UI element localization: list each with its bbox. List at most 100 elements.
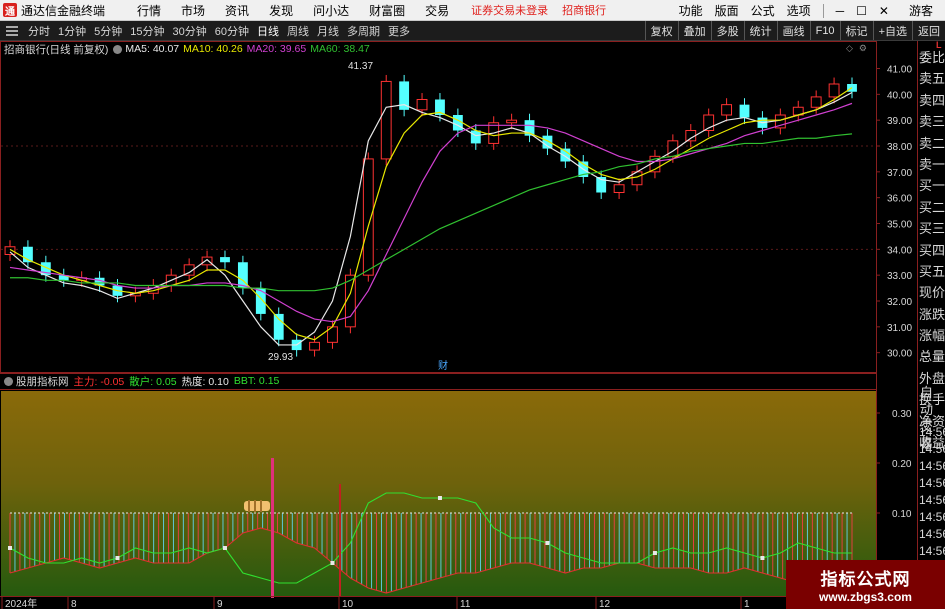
candle-body <box>613 184 625 193</box>
menu-bars-icon[interactable] <box>6 25 18 36</box>
sub-indicator-toggle-icon[interactable] <box>4 376 13 386</box>
app-title: 通达信金融终端 <box>21 3 106 18</box>
tick-time-0: 14:56 <box>919 425 945 439</box>
bbt-marker <box>330 561 335 565</box>
sub-indicator-title: 股朋指标网 <box>16 375 69 388</box>
adjust-button[interactable]: 复权 <box>644 21 678 40</box>
menu-formula[interactable]: 公式 <box>745 2 781 19</box>
price-axis-label: 36.00 <box>887 194 912 205</box>
period-1min[interactable]: 1分钟 <box>54 23 90 39</box>
low-price-label: 29.93 <box>268 352 293 363</box>
draw-line-button[interactable]: 画线 <box>776 21 810 40</box>
menu-discover[interactable]: 发现 <box>259 2 303 19</box>
price-axis-label: 30.00 <box>887 349 912 360</box>
period-30min[interactable]: 30分钟 <box>169 23 211 39</box>
menu-wealth-circle[interactable]: 财富圈 <box>359 2 415 19</box>
menu-market[interactable]: 市场 <box>171 2 215 19</box>
back-button[interactable]: 返回 <box>912 21 945 40</box>
toolbar-right: 复权 叠加 多股 统计 画线 F10 标记 +自选 返回 <box>644 21 945 41</box>
time-axis-label: 12 <box>599 599 611 609</box>
minimize-icon[interactable]: ─ <box>830 4 851 18</box>
maximize-icon[interactable]: ☐ <box>850 4 873 18</box>
price-axis-label: 34.00 <box>887 245 912 256</box>
candlestick-series <box>4 74 857 357</box>
close-icon[interactable]: ✕ <box>873 4 895 18</box>
period-60min[interactable]: 60分钟 <box>211 23 253 39</box>
red-signal-bar <box>339 484 341 596</box>
price-axis-label: 35.00 <box>887 220 912 231</box>
price-axis-label: 41.00 <box>887 65 912 76</box>
ma60-label: MA60: 38.47 <box>310 43 370 55</box>
period-monthly[interactable]: 月线 <box>313 23 343 39</box>
watermark-url: www.zbgs3.com <box>819 590 912 604</box>
sub-chart-background <box>1 391 876 596</box>
overlay-button[interactable]: 叠加 <box>677 21 711 40</box>
ma20-label: MA20: 39.65 <box>246 43 307 55</box>
indicator-toggle-icon[interactable] <box>113 44 123 54</box>
period-more[interactable]: 更多 <box>384 23 414 39</box>
period-15min[interactable]: 15分钟 <box>126 23 168 39</box>
menu-news[interactable]: 资讯 <box>215 2 259 19</box>
menu-quotes[interactable]: 行情 <box>127 2 171 19</box>
guest-account[interactable]: 游客 <box>895 2 945 19</box>
line-ma10 <box>9 87 853 341</box>
candle-body <box>344 274 356 328</box>
tick-time-7: 14:56 <box>919 544 945 558</box>
candle-body <box>416 99 428 111</box>
ma5-label: MA5: 40.07 <box>125 43 180 55</box>
menu-ask-assistant[interactable]: 问小达 <box>303 2 359 19</box>
quote-side-panel: L 委比 卖五 卖四 卖三 卖二 卖一 买一 买二 买三 买四 买五 现价 涨跌 涨幅 总量 外盘 换手 净资 收益… <box>917 40 945 609</box>
menu-function[interactable]: 功能 <box>673 2 709 19</box>
time-axis-label: 2024年 <box>5 597 37 609</box>
multi-stock-button[interactable]: 多股 <box>710 21 744 40</box>
period-weekly[interactable]: 周线 <box>283 23 313 39</box>
period-daily[interactable]: 日线 <box>253 23 283 39</box>
side-field-0: 委比 <box>919 50 945 65</box>
menu-layout[interactable]: 版面 <box>709 2 745 19</box>
bbt-label: BBT: 0.15 <box>233 375 280 387</box>
side-field-13: 涨幅 <box>919 328 945 344</box>
price-axis-label: 31.00 <box>887 323 912 334</box>
menu-trade[interactable]: 交易 <box>415 2 459 19</box>
bbt-marker <box>222 546 227 550</box>
candle-body <box>309 341 320 351</box>
chart-canvas[interactable]: 41.37 29.93 财 41.00 40.00 39.00 38.00 37.00 3… <box>0 41 917 609</box>
candle-body <box>739 104 750 118</box>
candle-body <box>255 288 266 314</box>
menu-options[interactable]: 选项 <box>781 2 817 19</box>
side-field-11: 现价 <box>919 285 945 301</box>
period-multi[interactable]: 多周期 <box>343 23 384 39</box>
auto-label[interactable]: 自动 <box>920 384 945 418</box>
sub-axis-label: 0.20 <box>892 459 912 470</box>
current-stock-link[interactable]: 招商银行 <box>558 2 616 18</box>
line-ma20 <box>9 102 853 323</box>
add-watchlist-button[interactable]: +自选 <box>872 21 912 40</box>
period-intraday[interactable]: 分时 <box>24 23 54 39</box>
bbt-marker <box>652 551 657 555</box>
side-field-5: 卖一 <box>919 156 945 172</box>
tick-time-4: 14:56 <box>919 493 945 507</box>
financial-report-marker[interactable]: 财 <box>438 359 448 372</box>
settings-icon[interactable]: ⚙ <box>859 43 867 55</box>
trade-login-notice[interactable]: 证券交易未登录 <box>459 2 558 18</box>
top-menubar: 通 通达信金融终端 行情 市场 资讯 发现 问小达 财富圈 交易 证券交易未登录… <box>0 0 945 21</box>
side-field-4: 卖二 <box>919 135 945 151</box>
candle-body <box>380 80 392 160</box>
period-5min[interactable]: 5分钟 <box>90 23 126 39</box>
f10-button[interactable]: F10 <box>809 21 840 40</box>
bbt-marker <box>8 546 12 550</box>
retail-label: 散户: 0.05 <box>129 375 177 388</box>
mark-button[interactable]: 标记 <box>839 21 873 40</box>
menubar-divider <box>822 3 824 18</box>
app-logo-icon: 通 <box>3 3 17 18</box>
tick-time-2: 14:56 <box>919 459 945 473</box>
candle-body <box>506 119 518 124</box>
candle-body <box>273 313 284 340</box>
side-field-6: 买一 <box>919 178 945 194</box>
side-field-12: 涨跌 <box>919 306 945 322</box>
diamond-icon[interactable]: ◇ <box>846 43 853 55</box>
price-axis-label: 40.00 <box>887 90 912 101</box>
candle-body <box>362 158 374 276</box>
price-axis-label: 32.00 <box>887 297 912 308</box>
statistics-button[interactable]: 统计 <box>743 21 777 40</box>
